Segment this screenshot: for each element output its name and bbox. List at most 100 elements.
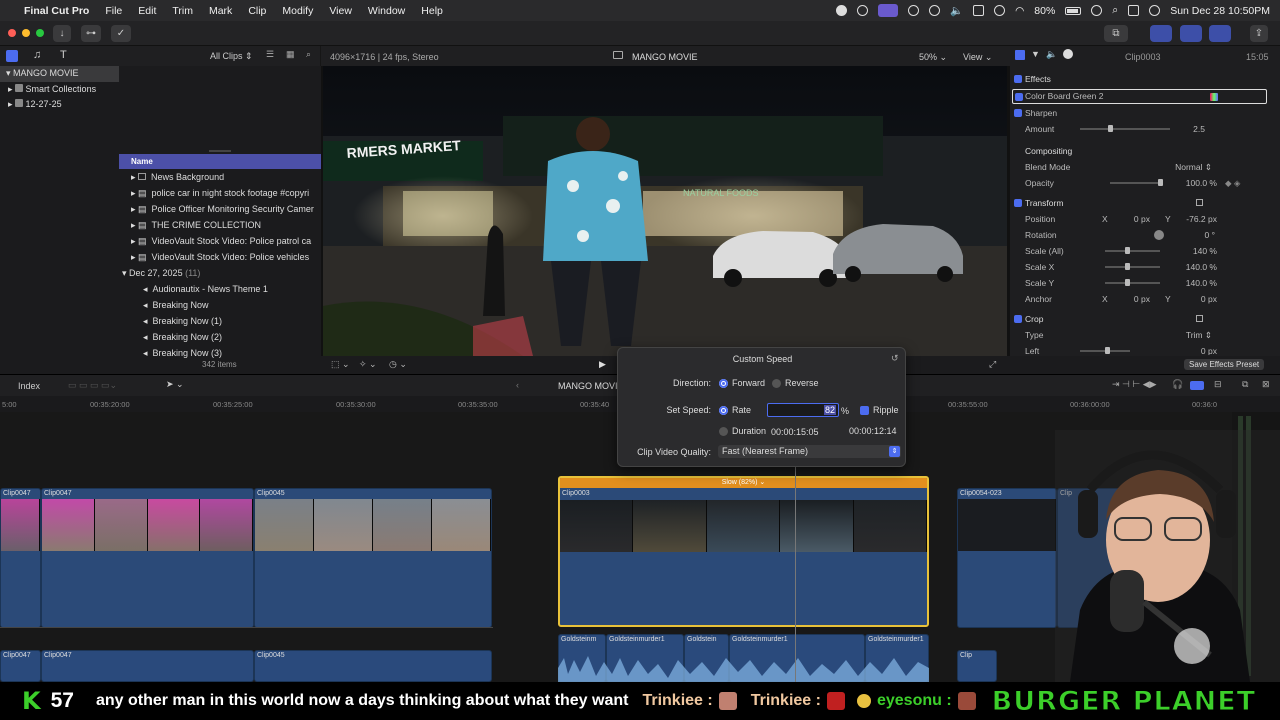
scale-x-knob[interactable] <box>1125 263 1130 270</box>
inspector-toggle-button[interactable] <box>1209 25 1231 42</box>
position-y-value[interactable]: -76.2 px <box>1175 211 1217 227</box>
scale-all-knob[interactable] <box>1125 247 1130 254</box>
wifi-icon[interactable]: ◠ <box>1015 5 1024 17</box>
transform-checkbox[interactable] <box>1014 199 1022 207</box>
color-board-icon[interactable] <box>1210 93 1218 101</box>
forward-radio[interactable]: Forward <box>719 378 765 389</box>
menu-trim[interactable]: Trim <box>164 5 201 17</box>
duration-radio[interactable]: Duration <box>719 426 766 437</box>
select-tool-icon[interactable]: ➤ ⌄ <box>166 379 184 390</box>
timeline-options-icons[interactable]: ⇥ ⊣ ⊢ ◀▶ <box>1112 379 1157 390</box>
scale-all-value[interactable]: 140 % <box>1175 243 1217 259</box>
rotation-value[interactable]: 0 ° <box>1175 227 1216 243</box>
grid-icon[interactable] <box>908 5 920 16</box>
browser-resize-handle[interactable] <box>209 150 231 152</box>
rate-input[interactable]: 82 <box>767 403 839 417</box>
rate-radio[interactable]: Rate <box>719 405 751 416</box>
menu-view[interactable]: View <box>321 5 360 17</box>
effects-browser-icon[interactable]: ⧉ <box>1242 379 1248 390</box>
filter-inspector-icon[interactable]: ▼ <box>1031 49 1040 59</box>
duration-value[interactable]: 00:00:15:05 <box>771 427 819 437</box>
save-effects-preset-button[interactable]: Save Effects Preset <box>1184 359 1265 370</box>
effects-section[interactable]: Effects <box>1010 71 1280 87</box>
list-item[interactable]: ▸ ▤ THE CRIME COLLECTION <box>119 217 321 233</box>
scale-all-slider[interactable] <box>1105 247 1160 254</box>
crop-left-slider[interactable] <box>1080 347 1130 354</box>
timeline-clip[interactable]: Clip0047 <box>0 488 41 628</box>
snapping-icon[interactable] <box>1190 381 1204 390</box>
clock[interactable]: Sun Dec 28 10:50PM <box>1170 5 1270 17</box>
import-button[interactable]: ↓ <box>53 25 71 42</box>
anchor-y-value[interactable]: 0 px <box>1175 291 1217 307</box>
amount-slider[interactable] <box>1080 125 1170 132</box>
zoom-dropdown[interactable]: 50% ⌄ <box>919 52 947 63</box>
position-x-value[interactable]: 0 px <box>1115 211 1150 227</box>
titles-icon[interactable]: T <box>60 49 67 61</box>
background-tasks-button[interactable]: ✓ <box>111 25 131 42</box>
connected-clip[interactable]: Clip0047 <box>0 650 41 682</box>
speed-tool-icon[interactable]: ◷ ⌄ <box>389 359 407 370</box>
keyword-button[interactable]: ⊶ <box>81 25 101 42</box>
battery-icon[interactable] <box>1065 6 1082 15</box>
layout-button[interactable]: ⧉ <box>1104 25 1128 42</box>
share-button[interactable]: ⇪ <box>1250 25 1268 42</box>
reverse-radio[interactable]: Reverse <box>772 378 819 389</box>
video-inspector-icon[interactable] <box>1015 50 1025 60</box>
libraries-icon[interactable] <box>6 50 18 62</box>
crop-checkbox[interactable] <box>1014 315 1022 323</box>
crop-left-knob[interactable] <box>1105 347 1110 354</box>
effects-checkbox[interactable] <box>1014 75 1022 83</box>
zoom-window-button[interactable] <box>36 29 44 37</box>
audio-skimming-icon[interactable]: 🎧 <box>1172 379 1183 390</box>
keyframe-icon[interactable]: ◆ ◈ <box>1225 175 1240 191</box>
sharpen-checkbox[interactable] <box>1014 109 1022 117</box>
list-item[interactable]: ◂ Breaking Now (2) <box>119 329 321 345</box>
list-item[interactable]: ◂ Audionautix - News Theme 1 <box>119 281 321 297</box>
timeline-toggle-button[interactable] <box>1180 25 1202 42</box>
transform-tool-icon[interactable]: ⬚ ⌄ <box>331 359 350 370</box>
list-item[interactable]: ▸ ▤ Police Officer Monitoring Security C… <box>119 201 321 217</box>
ripple-checkbox[interactable]: Ripple <box>860 405 899 416</box>
color-board-checkbox[interactable] <box>1015 93 1023 101</box>
opacity-value[interactable]: 100.0 % <box>1170 175 1217 191</box>
list-item[interactable]: ◂ Breaking Now (3) <box>119 345 321 361</box>
amount-value[interactable]: 2.5 <box>1175 121 1205 137</box>
clip-video-quality-dropdown[interactable]: Fast (Nearest Frame) ⇕ <box>718 445 901 458</box>
view-dropdown[interactable]: View ⌄ <box>963 52 992 63</box>
clip-appearance-icon[interactable]: ⊟ <box>1214 379 1222 390</box>
sync-icon[interactable] <box>857 5 869 16</box>
history-back-icon[interactable]: ‹ <box>516 380 519 390</box>
filmstrip-icon[interactable]: ▦ <box>286 49 295 60</box>
effect-sharpen[interactable]: Sharpen <box>1010 105 1280 121</box>
user-icon[interactable] <box>1091 5 1103 16</box>
list-view-icon[interactable]: ☰ <box>266 49 274 60</box>
screen-share-icon[interactable] <box>878 4 899 17</box>
column-header-name[interactable]: Name <box>119 154 321 169</box>
scale-y-slider[interactable] <box>1105 279 1160 286</box>
fullscreen-icon[interactable]: ⤢ <box>989 359 996 370</box>
anchor-x-value[interactable]: 0 px <box>1115 291 1150 307</box>
list-item[interactable]: ▸ ▤ police car in night stock footage #c… <box>119 185 321 201</box>
crop-type-dropdown[interactable]: Trim ⇕ <box>1170 327 1212 343</box>
close-timeline-icon[interactable]: ⊠ <box>1262 379 1270 390</box>
menu-file[interactable]: File <box>97 5 130 17</box>
index-button[interactable]: Index <box>18 381 40 391</box>
compositing-section[interactable]: Compositing <box>1010 143 1280 159</box>
list-item[interactable]: ▸ ▤ VideoVault Stock Video: Police patro… <box>119 233 321 249</box>
speed-bar[interactable]: Slow (82%) ⌄ <box>560 478 927 488</box>
list-item[interactable]: ▸ News Background <box>119 169 321 185</box>
library-item-mango[interactable]: ▾ MANGO MOVIE <box>0 66 119 82</box>
date-group-header[interactable]: ▾ Dec 27, 2025 (11) <box>119 265 321 281</box>
play-button[interactable]: ▶ <box>599 359 606 370</box>
menu-help[interactable]: Help <box>413 5 451 17</box>
transform-section[interactable]: Transform <box>1010 195 1280 211</box>
info-inspector-icon[interactable] <box>1063 49 1073 59</box>
menu-mark[interactable]: Mark <box>201 5 240 17</box>
effect-color-board[interactable]: Color Board Green 2 <box>1012 89 1267 104</box>
scale-x-value[interactable]: 140.0 % <box>1170 259 1217 275</box>
menu-modify[interactable]: Modify <box>274 5 321 17</box>
library-item-smart-collections[interactable]: ▸ Smart Collections <box>0 82 119 98</box>
volume-icon[interactable]: 🔈 <box>950 4 963 17</box>
reset-speed-icon[interactable]: ↺ <box>891 353 899 364</box>
link-icon[interactable] <box>994 5 1006 16</box>
